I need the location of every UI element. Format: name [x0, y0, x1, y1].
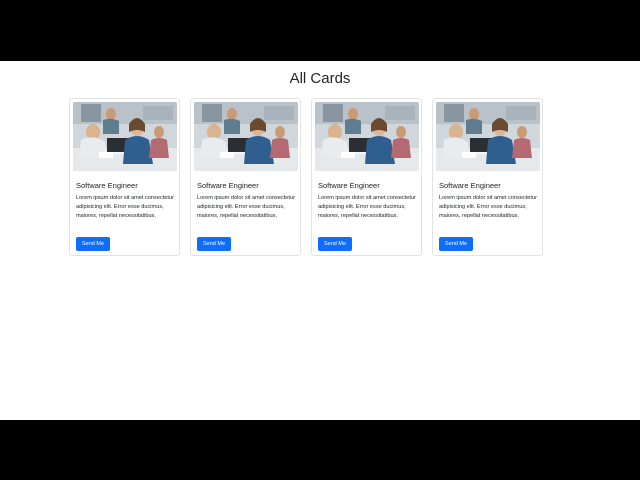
card-text: Lorem ipsum dolor sit amet consectetur a… — [76, 195, 174, 219]
page-title: All Cards — [289, 70, 351, 87]
office-photo-icon — [194, 102, 298, 171]
office-photo-icon — [436, 102, 540, 171]
card: Software Engineer Lorem ipsum dolor sit … — [69, 98, 180, 256]
card-text: Lorem ipsum dolor sit amet consectetur a… — [197, 195, 295, 219]
card-title: Software Engineer — [197, 181, 259, 190]
card-title: Software Engineer — [318, 181, 380, 190]
card: Software Engineer Lorem ipsum dolor sit … — [432, 98, 543, 256]
send-me-button[interactable]: Send Me — [318, 237, 352, 251]
page: All Cards Software Engineer Lorem ipsum … — [0, 61, 640, 420]
card-title: Software Engineer — [76, 181, 138, 190]
letterbox-bottom — [0, 420, 640, 480]
office-photo-icon — [315, 102, 419, 171]
card-text: Lorem ipsum dolor sit amet consectetur a… — [318, 195, 416, 219]
card-title: Software Engineer — [439, 181, 501, 190]
send-me-button[interactable]: Send Me — [439, 237, 473, 251]
card: Software Engineer Lorem ipsum dolor sit … — [190, 98, 301, 256]
card-text: Lorem ipsum dolor sit amet consectetur a… — [439, 195, 537, 219]
send-me-button[interactable]: Send Me — [197, 237, 231, 251]
card: Software Engineer Lorem ipsum dolor sit … — [311, 98, 422, 256]
send-me-button[interactable]: Send Me — [76, 237, 110, 251]
letterbox-top — [0, 0, 640, 61]
office-photo-icon — [73, 102, 177, 171]
